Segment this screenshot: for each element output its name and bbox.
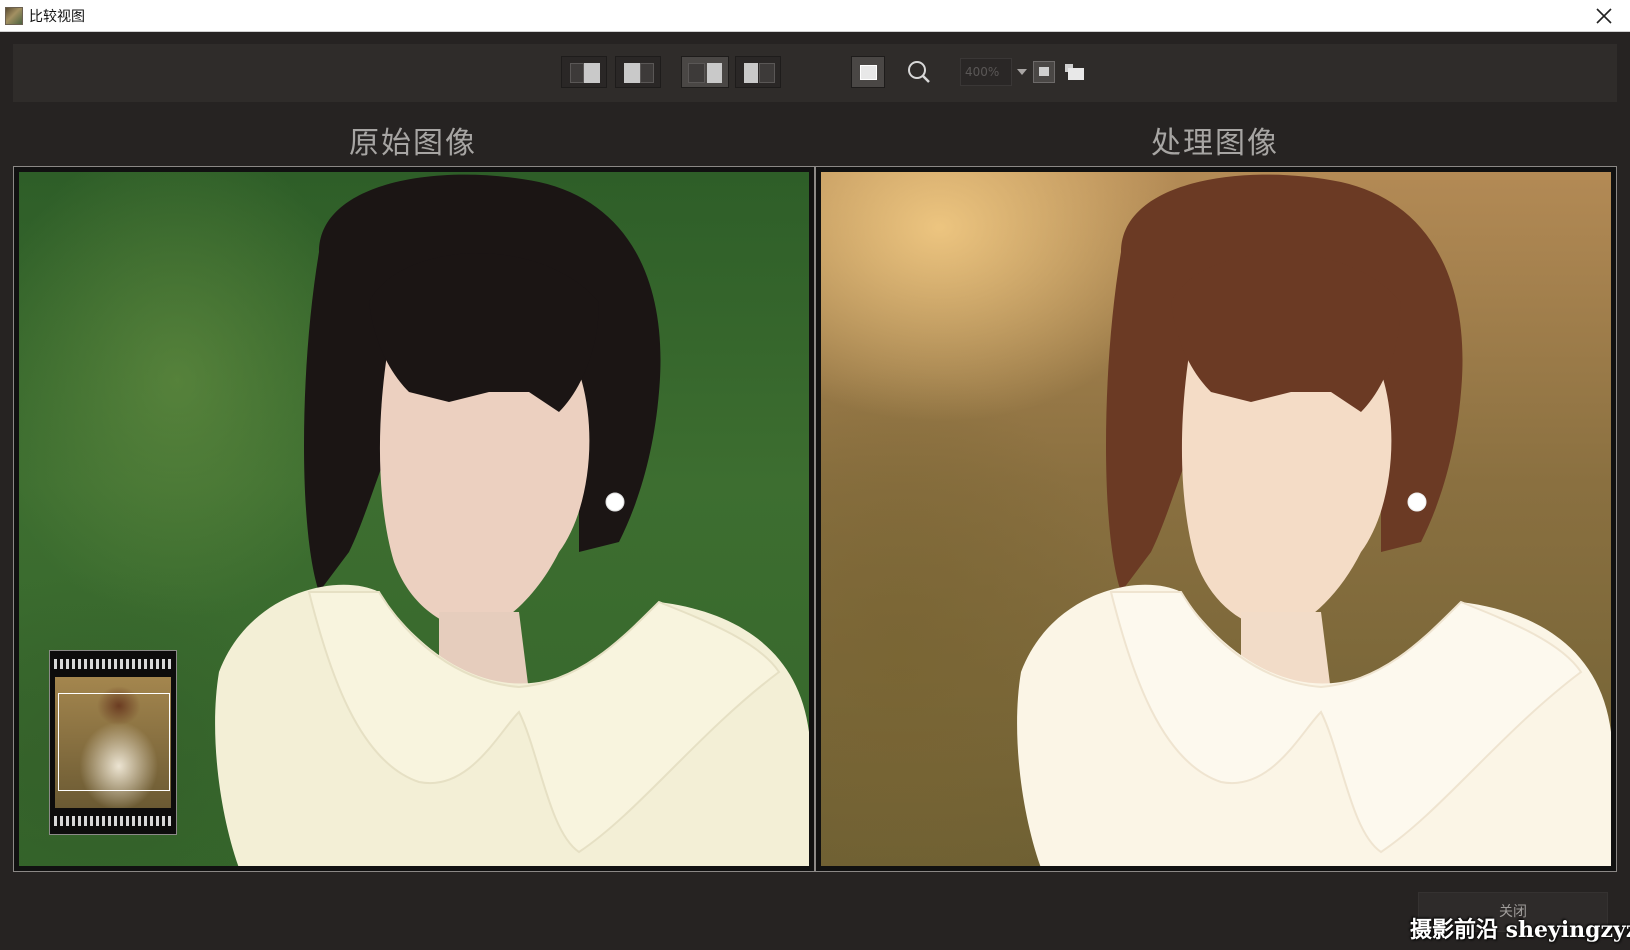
layout-side-by-side-button[interactable] (681, 56, 729, 88)
fit-view-button[interactable] (1033, 61, 1055, 83)
processed-image-heading: 处理图像 (1151, 126, 1279, 161)
film-strip-top (54, 659, 172, 669)
layout-overlay-button[interactable] (735, 56, 781, 88)
title-bar: 比较视图 (0, 0, 1630, 32)
watermark: 摄影前沿 sheyingzyz.com (1410, 917, 1630, 943)
close-icon[interactable] (1592, 4, 1616, 28)
layout-split-left-button[interactable] (561, 56, 607, 88)
window-icon[interactable] (1063, 62, 1087, 84)
single-view-button[interactable] (851, 56, 885, 88)
app-icon (5, 6, 23, 25)
navigator-thumbnail[interactable] (49, 650, 177, 835)
toolbar: 400% (13, 44, 1617, 102)
zoom-level-field[interactable]: 400% (960, 58, 1012, 86)
magnifier-icon (908, 61, 930, 83)
navigator-viewport-rect[interactable] (58, 693, 170, 791)
film-strip-bottom (54, 816, 172, 826)
processed-image-panel (815, 166, 1617, 872)
processed-photo (821, 172, 1611, 866)
chevron-down-icon[interactable] (1016, 68, 1028, 76)
window-title: 比较视图 (29, 8, 85, 25)
layout-split-right-button[interactable] (615, 56, 661, 88)
original-image-heading: 原始图像 (349, 126, 477, 161)
zoom-button[interactable] (901, 56, 937, 88)
